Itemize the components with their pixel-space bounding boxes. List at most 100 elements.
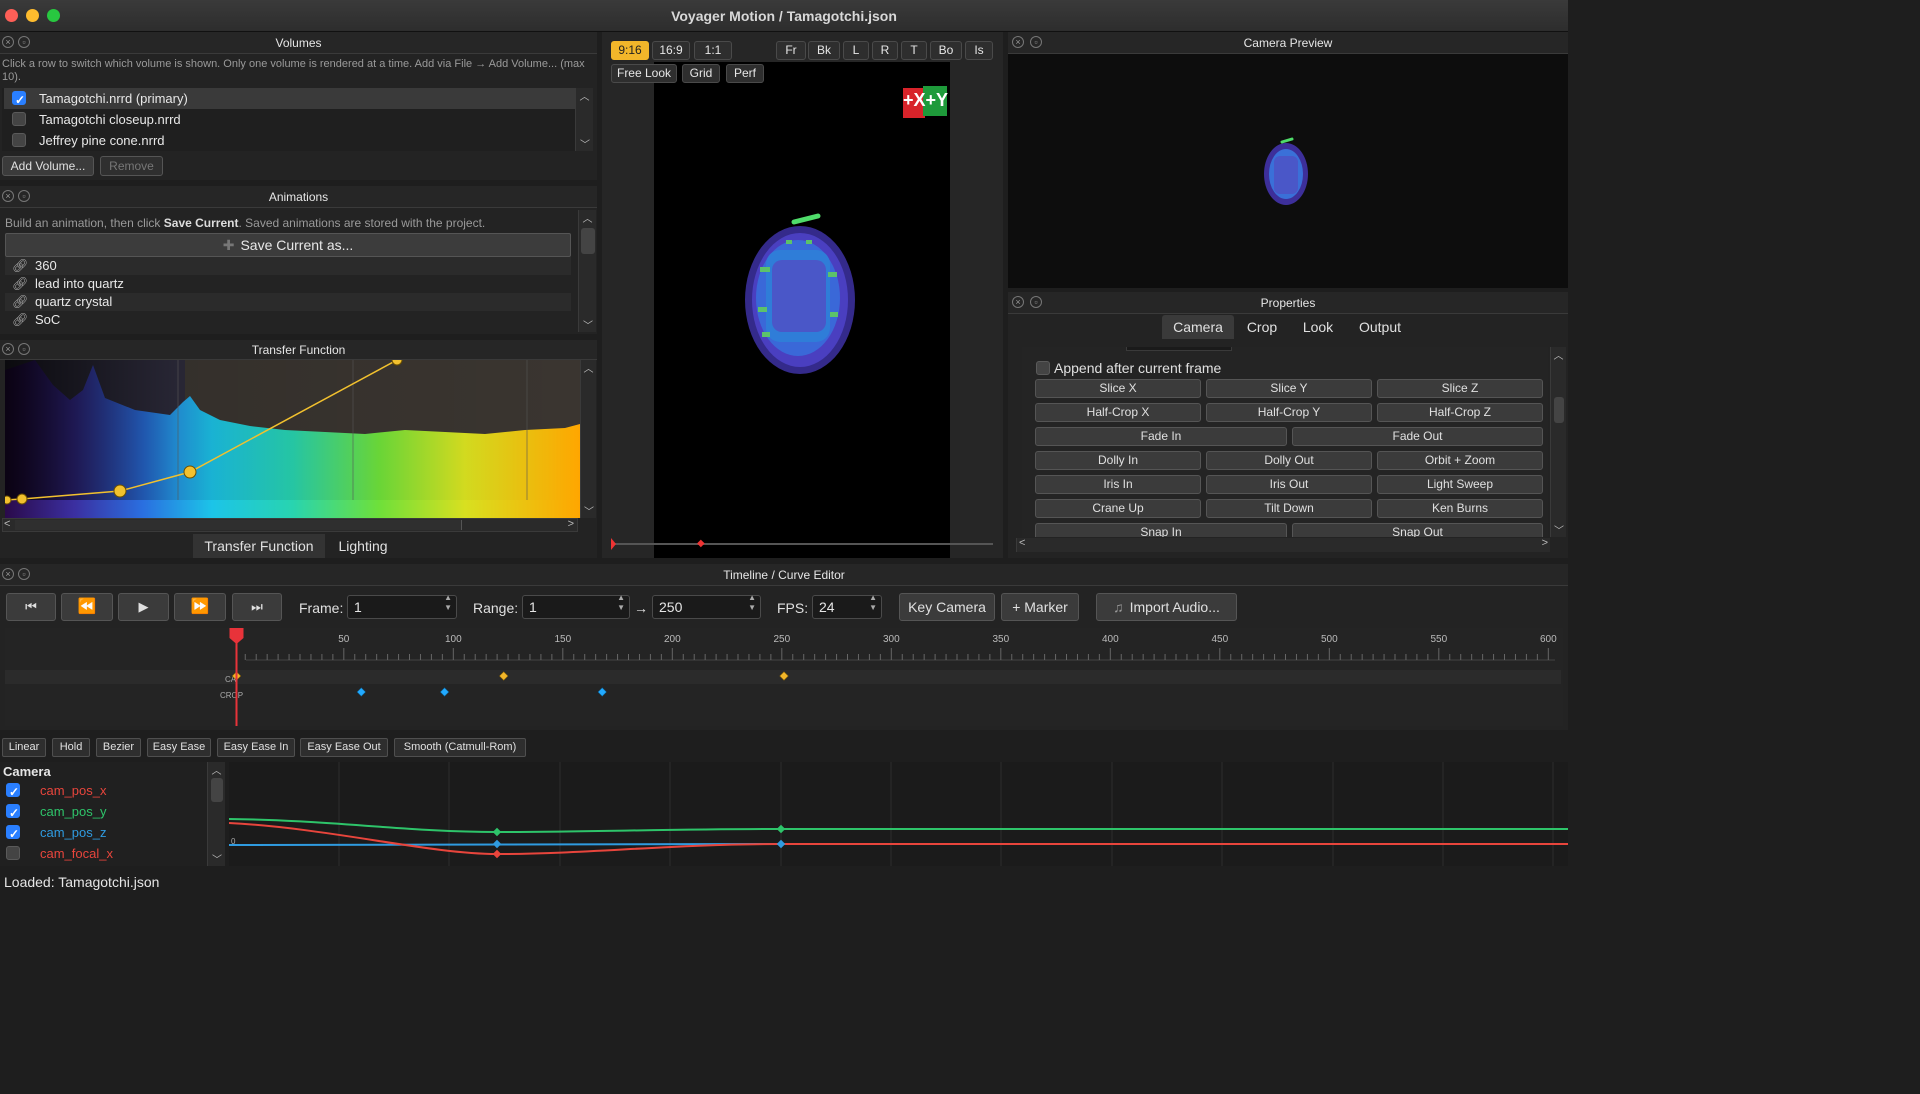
step-back-button[interactable]: ⏪ [61, 593, 113, 621]
animation-list-scrollbar[interactable]: ︿ ﹀ [578, 210, 596, 332]
volume-checkbox[interactable] [12, 90, 26, 111]
view-left-button[interactable]: L [843, 41, 869, 60]
add-volume-button[interactable]: Add Volume... [2, 156, 94, 176]
tab-crop[interactable]: Crop [1236, 315, 1288, 339]
scrubber-playhead[interactable]: ◆ [697, 538, 705, 550]
scroll-right-icon[interactable]: > [1542, 537, 1548, 549]
go-to-start-button[interactable]: ⏮ [6, 593, 56, 621]
interp-hold-button[interactable]: Hold [52, 738, 90, 757]
scroll-down-icon[interactable]: ﹀ [579, 317, 597, 332]
playhead-handle[interactable] [229, 628, 244, 644]
iris-in-button[interactable]: Iris In [1035, 475, 1201, 494]
channel-row[interactable]: cam_pos_y [0, 801, 207, 824]
volume-row[interactable]: Tamagotchi closeup.nrrd [4, 109, 576, 130]
dock-float-icon[interactable]: ▫ [18, 190, 30, 202]
dock-close-icon[interactable]: × [2, 343, 14, 355]
interp-linear-button[interactable]: Linear [2, 738, 46, 757]
dock-float-icon[interactable]: ▫ [18, 36, 30, 48]
half-crop-x-button[interactable]: Half-Crop X [1035, 403, 1201, 422]
save-current-button[interactable]: ✚ Save Current as... [5, 233, 571, 257]
properties-vertical-scrollbar[interactable]: ︿ ﹀ [1550, 347, 1566, 537]
channel-row[interactable]: cam_pos_z [0, 822, 207, 845]
channel-checkbox[interactable] [6, 803, 20, 824]
scroll-right-icon[interactable]: > [568, 518, 574, 530]
channel-row[interactable]: cam_pos_x [0, 780, 207, 803]
tf-control-point[interactable] [183, 465, 197, 479]
snap-out-button[interactable]: Snap Out [1292, 523, 1543, 537]
spin-arrows-icon[interactable]: ▲ ▼ [444, 593, 452, 613]
tf-control-point[interactable] [113, 484, 127, 498]
tf-control-point[interactable] [16, 493, 28, 505]
tilt-down-button[interactable]: Tilt Down [1206, 499, 1372, 518]
scroll-up-icon[interactable]: ︿ [579, 210, 596, 225]
range-end-field[interactable]: 250 ▲ ▼ [652, 593, 761, 619]
tab-lighting[interactable]: Lighting [327, 534, 399, 558]
volume-row[interactable]: Jeffrey pine cone.nrrd [4, 130, 576, 151]
scroll-down-icon[interactable]: ﹀ [1551, 522, 1567, 537]
crop-keyframe[interactable] [439, 687, 450, 697]
interp-smooth-button[interactable]: Smooth (Catmull-Rom) [394, 738, 526, 757]
fade-in-button[interactable]: Fade In [1035, 427, 1287, 446]
channel-checkbox[interactable] [6, 846, 20, 860]
half-crop-y-button[interactable]: Half-Crop Y [1206, 403, 1372, 422]
range-start-field[interactable]: 1 ▲ ▼ [522, 593, 630, 619]
aspect-1-1-button[interactable]: 1:1 [694, 41, 732, 60]
step-forward-button[interactable]: ⏩ [174, 593, 226, 621]
view-iso-button[interactable]: Is [965, 41, 993, 60]
view-back-button[interactable]: Bk [808, 41, 840, 60]
import-audio-button[interactable]: ♫ Import Audio... [1096, 593, 1237, 621]
grid-button[interactable]: Grid [682, 64, 720, 83]
dock-close-icon[interactable]: × [2, 190, 14, 202]
interp-easy-ease-in-button[interactable]: Easy Ease In [217, 738, 295, 757]
view-top-button[interactable]: T [901, 41, 927, 60]
play-button[interactable]: ▶ [118, 593, 169, 621]
properties-horizontal-scrollbar[interactable]: < > [1016, 537, 1550, 552]
slice-x-button[interactable]: Slice X [1035, 379, 1201, 398]
dock-close-icon[interactable]: × [2, 36, 14, 48]
tab-look[interactable]: Look [1292, 315, 1344, 339]
slice-y-button[interactable]: Slice Y [1206, 379, 1372, 398]
interp-easy-ease-out-button[interactable]: Easy Ease Out [300, 738, 388, 757]
tab-output[interactable]: Output [1348, 315, 1412, 339]
append-checkbox[interactable] [1036, 361, 1050, 375]
animation-item[interactable]: 🔗︎ 360 [5, 257, 571, 275]
slice-z-button[interactable]: Slice Z [1377, 379, 1543, 398]
spin-arrows-icon[interactable]: ▲ ▼ [869, 593, 877, 613]
scroll-up-icon[interactable]: ︿ [581, 360, 596, 375]
transfer-function-editor[interactable] [5, 360, 580, 518]
volume-row[interactable]: Tamagotchi.nrrd (primary) [4, 88, 576, 111]
dolly-in-button[interactable]: Dolly In [1035, 451, 1201, 470]
scroll-down-icon[interactable]: ﹀ [576, 136, 594, 151]
animation-item[interactable]: 🔗︎ quartz crystal [5, 293, 571, 311]
free-look-button[interactable]: Free Look [611, 64, 677, 83]
dock-float-icon[interactable]: ▫ [18, 343, 30, 355]
frame-field[interactable]: 1 ▲ ▼ [347, 593, 457, 619]
aspect-16-9-button[interactable]: 16:9 [652, 41, 690, 60]
interp-easy-ease-button[interactable]: Easy Ease [147, 738, 211, 757]
volume-checkbox[interactable] [12, 133, 26, 147]
animation-item[interactable]: 🔗︎ SoC [5, 311, 571, 329]
channel-checkbox[interactable] [6, 824, 20, 845]
tf-horizontal-scrollbar[interactable]: < > [2, 518, 578, 532]
ken-burns-button[interactable]: Ken Burns [1377, 499, 1543, 518]
spin-arrows-icon[interactable]: ▲ ▼ [748, 593, 756, 613]
crop-keyframe[interactable] [356, 687, 366, 697]
scroll-left-icon[interactable]: < [1019, 537, 1025, 549]
timeline-ruler[interactable]: 50 100 150 200 250 300 350 400 450 500 550 600 CA C… [0, 628, 1568, 726]
scroll-up-icon[interactable]: ︿ [208, 762, 225, 777]
channel-checkbox[interactable] [6, 782, 20, 803]
tab-transfer-function[interactable]: Transfer Function [193, 534, 325, 558]
interp-bezier-button[interactable]: Bezier [96, 738, 141, 757]
volume-list-scrollbar[interactable]: ︿ ﹀ [575, 88, 593, 151]
view-bottom-button[interactable]: Bo [930, 41, 962, 60]
scroll-up-icon[interactable]: ︿ [1551, 347, 1566, 362]
scroll-down-icon[interactable]: ﹀ [208, 851, 226, 866]
iris-out-button[interactable]: Iris Out [1206, 475, 1372, 494]
tab-camera[interactable]: Camera [1162, 315, 1234, 339]
dock-float-icon[interactable]: ▫ [18, 568, 30, 580]
dock-float-icon[interactable]: ▫ [1030, 296, 1042, 308]
tf-control-point[interactable] [5, 495, 12, 505]
dock-close-icon[interactable]: × [1012, 36, 1024, 48]
animation-item[interactable]: 🔗︎ lead into quartz [5, 275, 571, 293]
scroll-left-icon[interactable]: < [4, 518, 10, 530]
